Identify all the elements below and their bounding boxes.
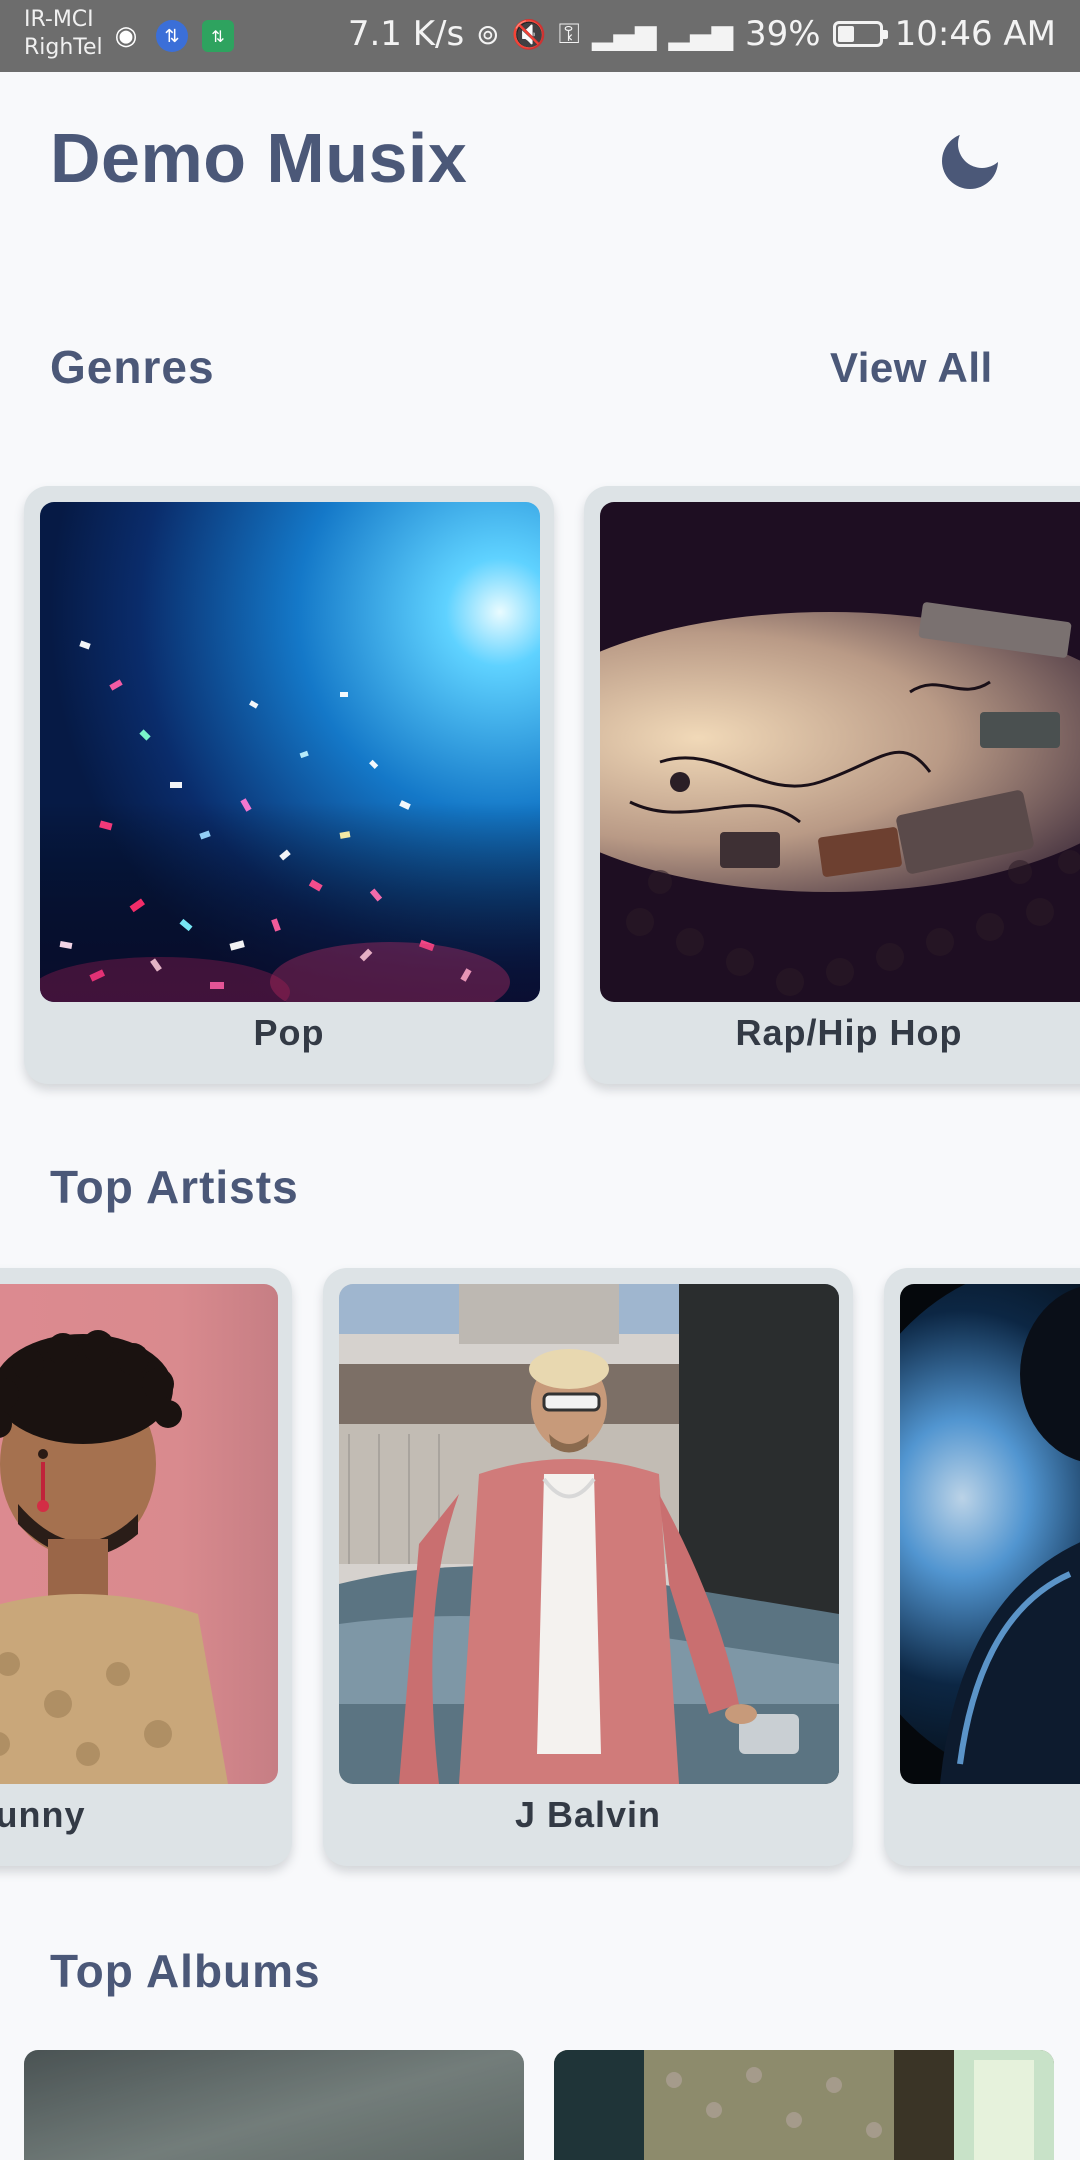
- mute-icon: 🔇: [511, 17, 547, 51]
- vpn-key-icon: ⚿: [558, 17, 580, 50]
- status-left-icons: ◉ ⇅ ⇅: [110, 20, 234, 52]
- artist-bunny-image: [0, 1284, 278, 1784]
- signal-2g-icon: ▂▄▆: [591, 17, 657, 51]
- app-title: Demo Musix: [50, 119, 468, 197]
- dark-mode-toggle[interactable]: [940, 126, 1006, 192]
- carrier-1: IR-MCI: [24, 7, 94, 32]
- sync-icon: ⇅: [156, 20, 188, 52]
- moon-icon: [942, 133, 998, 189]
- artist-j-balvin-image: [339, 1284, 839, 1784]
- genre-label-rap-hip-hop: Rap/Hip Hop: [735, 1012, 963, 1053]
- battery-icon: [832, 21, 888, 47]
- album-card-2[interactable]: [554, 2050, 1054, 2160]
- genre-card-pop[interactable]: Pop: [24, 486, 554, 1084]
- artist-card-j-balvin[interactable]: J Balvin: [323, 1268, 853, 1866]
- status-bar: IR-MCI RighTel ◉ ⇅ ⇅ 7.1 K/s ⊚ 🔇 ⚿ ▂▄▆ ▂…: [0, 0, 1080, 72]
- battery-fill: [837, 26, 854, 42]
- clock: 10:46 AM: [894, 14, 1056, 54]
- carrier-info: IR-MCI RighTel: [24, 6, 103, 62]
- status-right: 7.1 K/s ⊚ 🔇 ⚿ ▂▄▆ ▂▄▆ 39% 10:46 AM: [348, 14, 1056, 54]
- artist-third-image: [900, 1284, 1080, 1784]
- battery-percent: 39%: [745, 14, 821, 54]
- album-2-image: [554, 2050, 1054, 2160]
- artist-label-bunny: Bunny: [0, 1794, 86, 1835]
- top-artists-heading: Top Artists: [50, 1161, 299, 1213]
- top-albums-heading: Top Albums: [50, 1945, 321, 1997]
- view-all-genres-link[interactable]: View All: [830, 344, 993, 392]
- app-screen: IR-MCI RighTel ◉ ⇅ ⇅ 7.1 K/s ⊚ 🔇 ⚿ ▂▄▆ ▂…: [0, 0, 1080, 2160]
- artist-label-third: Th: [884, 1784, 1080, 1846]
- artist-label-j-balvin: J Balvin: [514, 1794, 662, 1835]
- network-speed: 7.1 K/s: [347, 14, 465, 54]
- artist-card-bunny[interactable]: Bunny: [0, 1268, 292, 1866]
- wifi-check-icon: ◉: [114, 21, 138, 51]
- genre-rap-image: [600, 502, 1080, 1002]
- signal-4g-icon: ▂▄▆: [668, 17, 734, 51]
- genre-pop-image: [40, 502, 540, 1002]
- album-1-image: [24, 2050, 524, 2160]
- carrier-2: RighTel: [24, 35, 103, 60]
- genre-card-rap-hip-hop[interactable]: Rap/Hip Hop: [584, 486, 1080, 1084]
- album-card-1[interactable]: [24, 2050, 524, 2160]
- genre-label-pop: Pop: [253, 1012, 325, 1053]
- genres-heading: Genres: [50, 341, 215, 393]
- artist-card-third[interactable]: Th: [884, 1268, 1080, 1866]
- hotspot-icon: ⊚: [476, 17, 500, 51]
- data-saver-icon: ⇅: [202, 20, 234, 52]
